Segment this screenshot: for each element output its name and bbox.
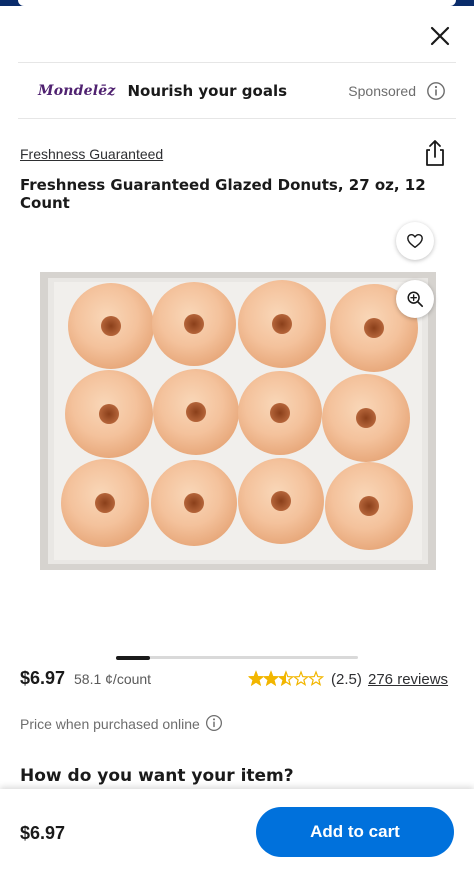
sponsored-label: Sponsored bbox=[348, 83, 416, 99]
sponsor-logo: Mondelēz bbox=[38, 83, 116, 99]
star-fill bbox=[264, 670, 278, 687]
info-icon[interactable] bbox=[205, 714, 223, 732]
divider bbox=[18, 118, 456, 119]
zoom-in-icon bbox=[407, 291, 424, 308]
unit-price: 58.1 ¢/count bbox=[74, 671, 152, 687]
product-title: Freshness Guaranteed Glazed Donuts, 27 o… bbox=[20, 176, 426, 212]
add-to-cart-button[interactable]: Add to cart bbox=[256, 807, 454, 857]
star-fill bbox=[249, 670, 263, 687]
reviews-link[interactable]: 276 reviews bbox=[368, 671, 448, 688]
close-icon bbox=[430, 26, 450, 46]
share-button[interactable] bbox=[420, 138, 450, 168]
star-icon bbox=[307, 670, 324, 687]
rating-value: (2.5) bbox=[331, 671, 362, 688]
close-button[interactable] bbox=[424, 20, 456, 52]
donuts bbox=[61, 280, 418, 550]
price: $6.97 bbox=[20, 668, 66, 688]
carousel-active-indicator bbox=[116, 655, 150, 660]
star-rating bbox=[248, 670, 324, 687]
favorite-button[interactable] bbox=[396, 222, 434, 260]
heart-icon bbox=[407, 233, 423, 249]
info-icon[interactable] bbox=[426, 81, 446, 101]
zoom-button[interactable] bbox=[396, 280, 434, 318]
divider bbox=[18, 62, 456, 63]
top-edge bbox=[0, 0, 474, 6]
star-icon bbox=[292, 670, 310, 687]
online-price-note: Price when purchased online bbox=[20, 716, 200, 732]
bottom-price: $6.97 bbox=[20, 823, 66, 843]
sticky-cart-bar: $6.97 Add to cart bbox=[0, 789, 474, 874]
sponsored-banner[interactable]: Mondelēz Nourish your goals Sponsored bbox=[18, 64, 456, 118]
share-icon bbox=[426, 140, 444, 166]
sponsor-title: Nourish your goals bbox=[127, 82, 288, 100]
image-carousel-indicator[interactable] bbox=[116, 655, 358, 660]
product-image[interactable] bbox=[40, 272, 436, 570]
brand-link[interactable]: Freshness Guaranteed bbox=[20, 146, 163, 162]
fulfillment-heading: How do you want your item? bbox=[20, 766, 294, 786]
